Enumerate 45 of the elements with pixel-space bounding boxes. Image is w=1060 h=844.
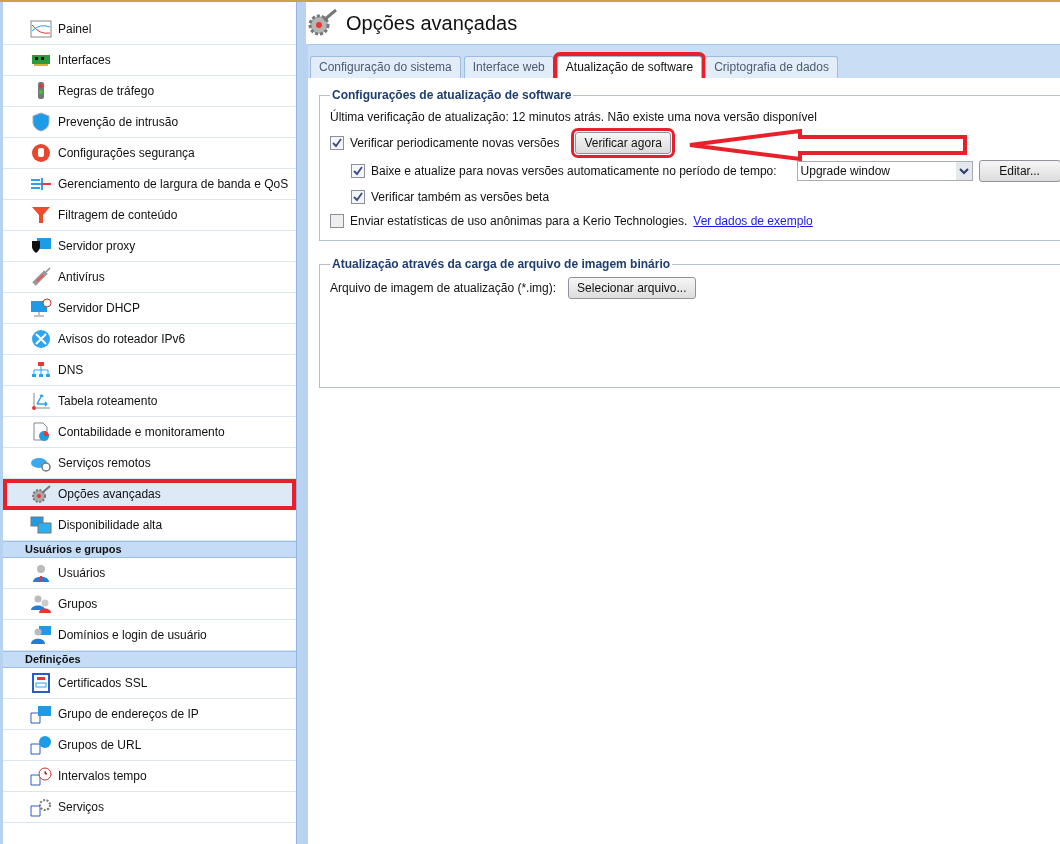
checkbox[interactable] [351, 190, 365, 204]
proxy-shield-icon [30, 236, 52, 256]
gear-book-icon [30, 797, 52, 817]
field-label: Arquivo de imagem de atualização (*.img): [330, 281, 557, 295]
globe-book-icon [30, 735, 52, 755]
user-monitor-icon [30, 625, 52, 645]
checkbox[interactable] [351, 164, 365, 178]
tab[interactable]: Configuração do sistema [310, 56, 461, 78]
checkbox[interactable] [330, 214, 344, 228]
checkbox-label: Baixe e atualize para novas versões automaticamente no período de tempo: [371, 164, 777, 178]
section-heading: Definições [3, 651, 296, 668]
shield-icon [30, 112, 52, 132]
checkbox[interactable] [330, 136, 344, 150]
gear-hammer-icon [30, 484, 52, 504]
select-file-button[interactable]: Selecionar arquivo... [568, 277, 696, 299]
chart-icon [30, 19, 52, 39]
edit-button[interactable]: Editar... [978, 160, 1060, 182]
monitor-book-icon [30, 704, 52, 724]
syringe-icon [30, 267, 52, 287]
traffic-light-icon [37, 81, 45, 101]
checkbox-label: Verificar também as versões beta [371, 190, 550, 204]
gear-hammer-icon [306, 8, 340, 38]
network-tree-icon [30, 360, 52, 380]
routing-axes-icon [30, 391, 52, 411]
status-text: Última verificação de atualização: 12 minutos atrás. Não existe uma nova versão disponível [330, 110, 817, 124]
group-title: Atualização através da carga de arquivo de imagem binário [331, 257, 672, 271]
tab[interactable]: Interface web [463, 56, 554, 78]
users-icon [30, 594, 52, 614]
checkbox-label: Enviar estatísticas de uso anônimas para a Kerio Technologies. [350, 214, 688, 228]
report-pie-icon [30, 422, 52, 442]
certificate-icon [30, 673, 52, 693]
clock-book-icon [30, 766, 52, 786]
sidebar-item[interactable]: Opções avançadas [3, 479, 296, 510]
monitors-icon [30, 515, 52, 535]
tab[interactable]: Criptografia de dados [705, 56, 838, 78]
sample-data-link[interactable]: Ver dados de exemplo [693, 214, 813, 228]
checkbox-label: Verificar periodicamente novas versões [350, 136, 560, 150]
page-title: Opções avançadas [346, 11, 518, 35]
monitor-clock-icon [30, 298, 52, 318]
funnel-icon [30, 205, 52, 225]
group-title: Configurações de atualização de software [331, 88, 573, 102]
user-icon [30, 563, 52, 583]
section-heading: Usuários e grupos [3, 541, 296, 558]
window-dropdown[interactable]: Upgrade window [796, 161, 973, 181]
dropdown-caret-icon [955, 162, 972, 180]
